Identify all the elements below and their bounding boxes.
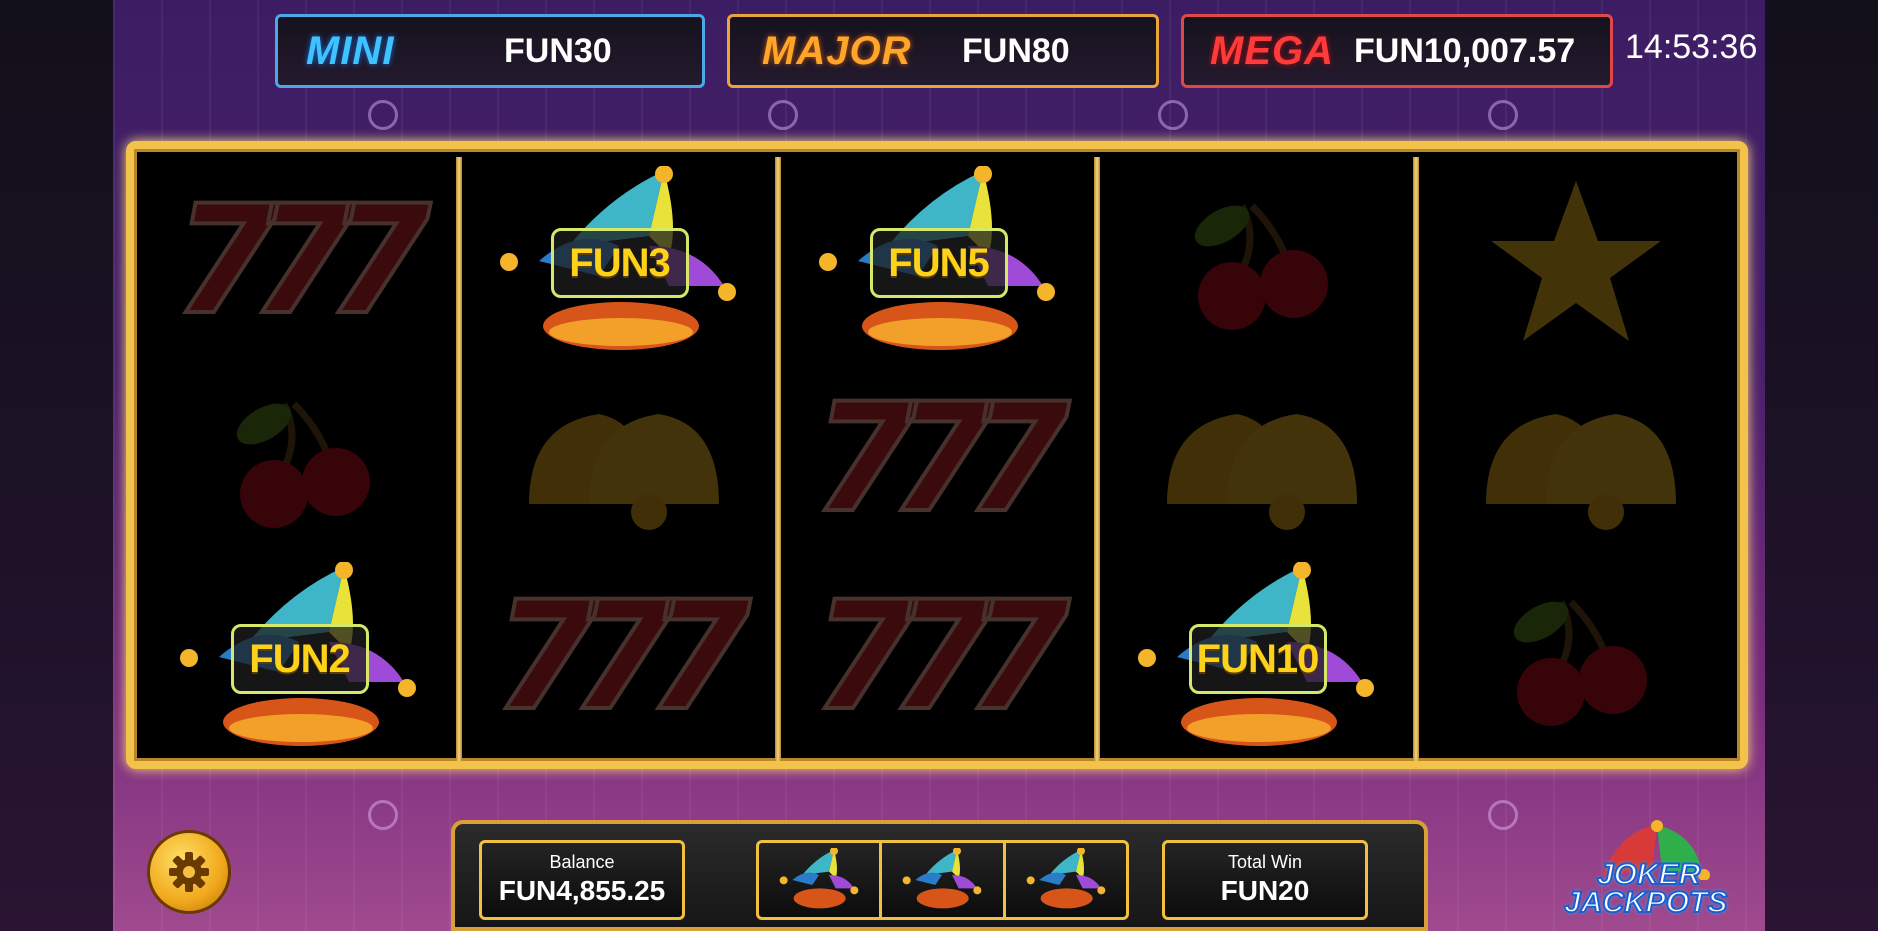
mini-jackpot-name: MINI bbox=[306, 28, 395, 73]
jester-prize-label: FUN5 bbox=[869, 228, 1008, 298]
logo-line-2: JACKPOTS bbox=[1563, 885, 1728, 920]
balance-value: FUN4,855.25 bbox=[498, 875, 666, 906]
major-jackpot-name: MAJOR bbox=[762, 28, 912, 73]
jester-prize-label: FUN10 bbox=[1188, 624, 1327, 694]
mini-jackpot: MINI FUN30 bbox=[275, 14, 705, 88]
reel-frame: 777 FUN2 FUN3 777 FUN5 777 777 FUN10 bbox=[126, 141, 1748, 769]
bell-icon bbox=[528, 414, 719, 530]
seven-symbol: 777 bbox=[492, 570, 753, 744]
jester-hat-icon bbox=[1026, 848, 1106, 909]
star-icon bbox=[1490, 181, 1661, 341]
jester-hat-icon bbox=[903, 848, 982, 909]
jester-symbol: FUN5 bbox=[781, 162, 1094, 360]
seven-symbol: 777 bbox=[811, 570, 1072, 744]
jester-symbol: FUN10 bbox=[1100, 558, 1413, 756]
bell-symbol bbox=[1100, 360, 1413, 558]
mega-jackpot-name: MEGA bbox=[1210, 28, 1334, 73]
bell-icon bbox=[1166, 414, 1357, 530]
jester-symbol: FUN2 bbox=[142, 558, 455, 756]
left-letterbox bbox=[0, 0, 113, 931]
total-win-display: Total Win FUN20 bbox=[1162, 840, 1368, 920]
cherry-symbol bbox=[1419, 558, 1732, 756]
total-win-label: Total Win bbox=[1227, 852, 1303, 872]
jester-hat-icon bbox=[779, 848, 859, 909]
collected-jesters bbox=[756, 840, 1129, 920]
cherry-symbol bbox=[142, 360, 455, 558]
seven-symbol: 777 bbox=[811, 372, 1072, 546]
gear-icon bbox=[169, 852, 209, 892]
cherry-symbol bbox=[1100, 162, 1413, 360]
joker-jackpots-logo: JOKER JACKPOTS bbox=[1562, 820, 1732, 920]
clock: 14:53:36 bbox=[1625, 28, 1758, 66]
jester-prize-label: FUN2 bbox=[230, 624, 369, 694]
balance-label: Balance bbox=[549, 852, 615, 872]
star-symbol bbox=[1419, 162, 1732, 360]
mega-jackpot: MEGA FUN10,007.57 bbox=[1181, 14, 1613, 88]
seven-symbol: 777 bbox=[172, 174, 433, 348]
cherry-icon bbox=[1513, 599, 1647, 726]
cherry-icon bbox=[1194, 203, 1328, 330]
reel-1: 777 FUN2 bbox=[142, 162, 455, 756]
mega-jackpot-value: FUN10,007.57 bbox=[1354, 31, 1576, 70]
balance-display: Balance FUN4,855.25 bbox=[479, 840, 685, 920]
total-win-value: FUN20 bbox=[1220, 875, 1310, 906]
major-jackpot-value: FUN80 bbox=[962, 31, 1070, 70]
major-jackpot: MAJOR FUN80 bbox=[727, 14, 1159, 88]
jester-symbol: FUN3 bbox=[462, 162, 775, 360]
right-letterbox bbox=[1765, 0, 1878, 931]
mini-jackpot-value: FUN30 bbox=[504, 31, 612, 70]
jester-prize-label: FUN3 bbox=[550, 228, 689, 298]
bell-symbol bbox=[1419, 360, 1732, 558]
bell-symbol bbox=[462, 360, 775, 558]
bell-icon bbox=[1485, 414, 1676, 530]
settings-button[interactable] bbox=[147, 830, 231, 914]
reel-3: FUN5 777 777 bbox=[781, 162, 1094, 756]
reel-4: FUN10 bbox=[1100, 162, 1413, 756]
cherry-icon bbox=[236, 401, 370, 528]
reel-2: FUN3 777 bbox=[462, 162, 775, 756]
bottom-panel: Balance FUN4,855.25 Total Win FUN20 bbox=[451, 820, 1428, 931]
reel-5 bbox=[1419, 162, 1732, 756]
